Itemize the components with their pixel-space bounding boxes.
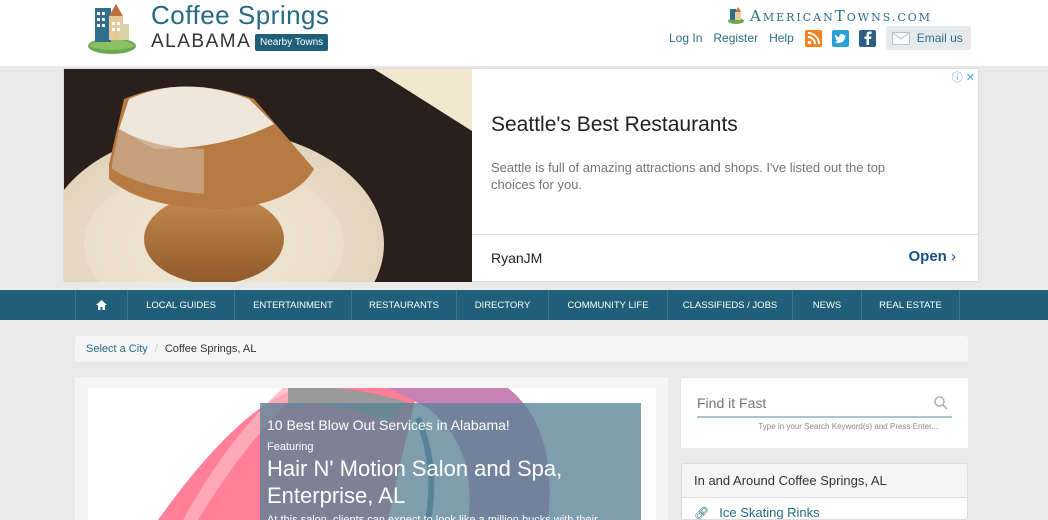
ad-title[interactable]: Seattle's Best Restaurants [491,113,738,137]
nav-real-estate[interactable]: REAL ESTATE [862,290,960,320]
nav-directory[interactable]: DIRECTORY [457,290,549,320]
nav-entertainment[interactable]: ENTERTAINMENT [235,290,352,320]
search-icon[interactable] [934,396,948,410]
main-nav: LOCAL GUIDES ENTERTAINMENT RESTAURANTS D… [0,290,1048,320]
brand-letter: T [834,7,847,25]
brand-word: OWNS.COM [846,11,933,24]
brand-letter: A [750,7,763,25]
link-icon: 🔗︎ [694,505,710,520]
breadcrumb-select-city[interactable]: Select a City [86,343,148,355]
nav-news[interactable]: NEWS [793,290,862,320]
rss-icon[interactable] [804,29,822,47]
help-link[interactable]: Help [769,31,794,45]
featured-label: Featuring [267,441,314,453]
featured-title[interactable]: Hair N' Motion Salon and Spa, Enterprise… [267,455,637,509]
nav-restaurants[interactable]: RESTAURANTS [352,290,457,320]
breadcrumb: Select a City / Coffee Springs, AL [75,336,968,362]
account-links: Log In Register Help Email us [669,26,971,50]
facebook-icon[interactable] [858,29,876,47]
chevron-right-icon: › [951,248,956,265]
ad-open-label: Open [908,248,947,265]
email-us-button[interactable]: Email us [885,26,971,50]
close-icon[interactable]: ✕ [966,72,975,84]
brand-word: MERICAN [762,11,835,24]
breadcrumb-current: Coffee Springs, AL [164,343,257,355]
pastry-photo [64,69,472,282]
in-and-around-panel: In and Around Coffee Springs, AL 🔗︎ Ice … [681,463,968,520]
search-card: Type in your Search Keyword(s) and Press… [681,378,968,448]
envelope-icon [891,31,910,45]
ad-info-icon[interactable]: ⓘ ✕ [952,69,975,85]
ad-advertiser: RyanJM [491,250,543,266]
featured-kicker[interactable]: 10 Best Blow Out Services in Alabama! [267,417,510,433]
featured-snippet: At this salon, clients can expect to loo… [267,514,598,520]
ad-banner[interactable]: ⓘ ✕ Seattle's Best Restaurants Seattle i… [63,68,979,282]
register-link[interactable]: Register [713,31,758,45]
nav-classifieds-jobs[interactable]: CLASSIFIEDS / JOBS [668,290,793,320]
ad-open-button[interactable]: Open › [908,248,956,265]
in-and-around-heading: In and Around Coffee Springs, AL [682,464,967,498]
ad-image[interactable] [64,69,472,282]
nav-community-life[interactable]: COMMUNITY LIFE [549,290,668,320]
nav-home[interactable] [76,290,128,320]
twitter-icon[interactable] [831,29,849,47]
coffee-springs-logo-icon[interactable] [87,2,137,54]
americantowns-brand[interactable]: AMERICANTOWNS.COM [750,7,932,25]
find-it-fast-input[interactable] [697,390,952,418]
state-name: ALABAMA [151,31,252,52]
email-us-label: Email us [916,31,963,45]
breadcrumb-separator: / [154,343,158,355]
nav-local-guides[interactable]: LOCAL GUIDES [128,290,235,320]
ad-content[interactable]: ⓘ ✕ Seattle's Best Restaurants Seattle i… [472,69,978,281]
ad-description: Seattle is full of amazing attractions a… [491,160,886,192]
site-title[interactable]: Coffee Springs [151,0,330,31]
site-header: Coffee Springs ALABAMA Nearby Towns AMER… [0,0,1048,66]
nearby-towns-button[interactable]: Nearby Towns [255,34,329,51]
list-item[interactable]: 🔗︎ Ice Skating Rinks [682,498,967,520]
search-hint: Type in your Search Keyword(s) and Press… [758,422,938,431]
list-item-label[interactable]: Ice Skating Rinks [719,505,819,519]
americantowns-logo-icon[interactable] [727,6,745,24]
ad-divider [472,234,978,235]
home-icon [96,300,107,310]
login-link[interactable]: Log In [669,31,702,45]
info-icon[interactable]: ⓘ [952,72,963,84]
